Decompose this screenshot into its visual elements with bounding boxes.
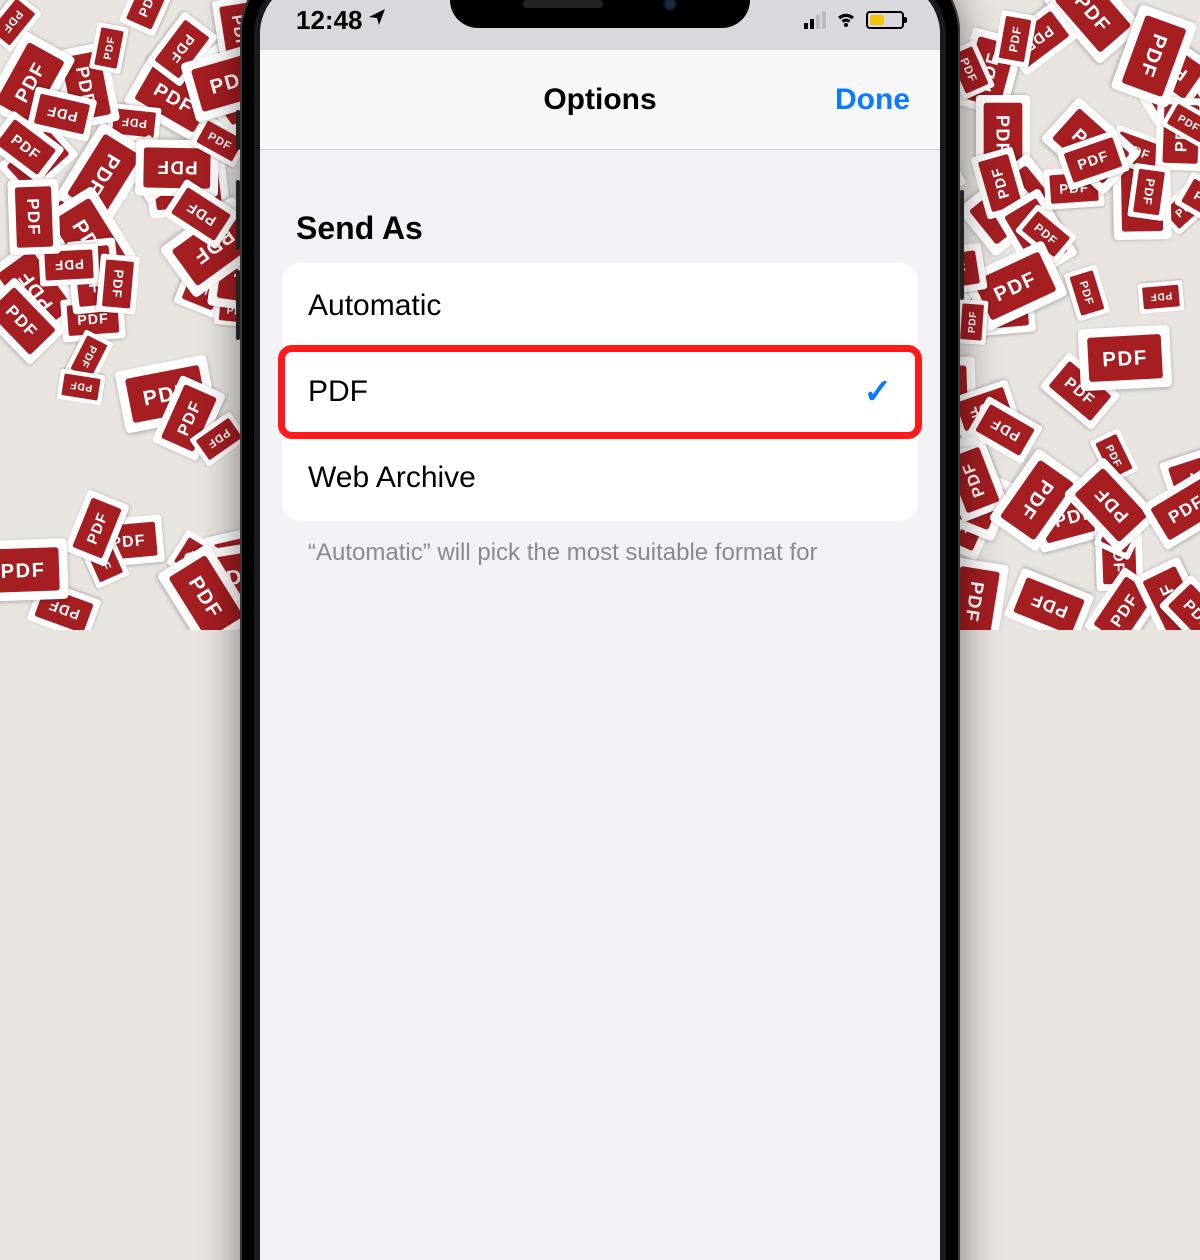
section-header: Send As (282, 190, 918, 263)
phone-frame: 12:48 Options Done Send As (240, 0, 960, 1260)
send-as-list: Automatic PDF ✓ Web Archive (282, 263, 918, 521)
notch (450, 0, 750, 28)
option-label: PDF (308, 375, 368, 409)
done-button[interactable]: Done (835, 83, 910, 117)
front-camera (663, 0, 677, 11)
footer-note: “Automatic” will pick the most suitable … (282, 521, 918, 585)
wifi-icon (834, 5, 858, 36)
nav-bar: Options Done (260, 50, 940, 150)
option-label: Web Archive (308, 461, 476, 495)
option-automatic[interactable]: Automatic (282, 263, 918, 349)
checkmark-icon: ✓ (864, 372, 893, 412)
option-web-archive[interactable]: Web Archive (282, 435, 918, 521)
cellular-signal-icon (804, 11, 826, 29)
clock: 12:48 (296, 5, 363, 36)
page-title: Options (543, 83, 656, 117)
volume-up-button (236, 180, 240, 250)
volume-down-button (236, 270, 240, 340)
option-pdf[interactable]: PDF ✓ (282, 349, 918, 435)
speaker-grille (523, 0, 603, 8)
location-icon (367, 7, 387, 33)
power-button (960, 190, 964, 300)
content-area: Send As Automatic PDF ✓ Web Archive “Aut… (260, 150, 940, 1260)
mute-switch (236, 110, 240, 150)
screen: 12:48 Options Done Send As (260, 0, 940, 1260)
battery-icon (866, 11, 904, 29)
option-label: Automatic (308, 289, 441, 323)
